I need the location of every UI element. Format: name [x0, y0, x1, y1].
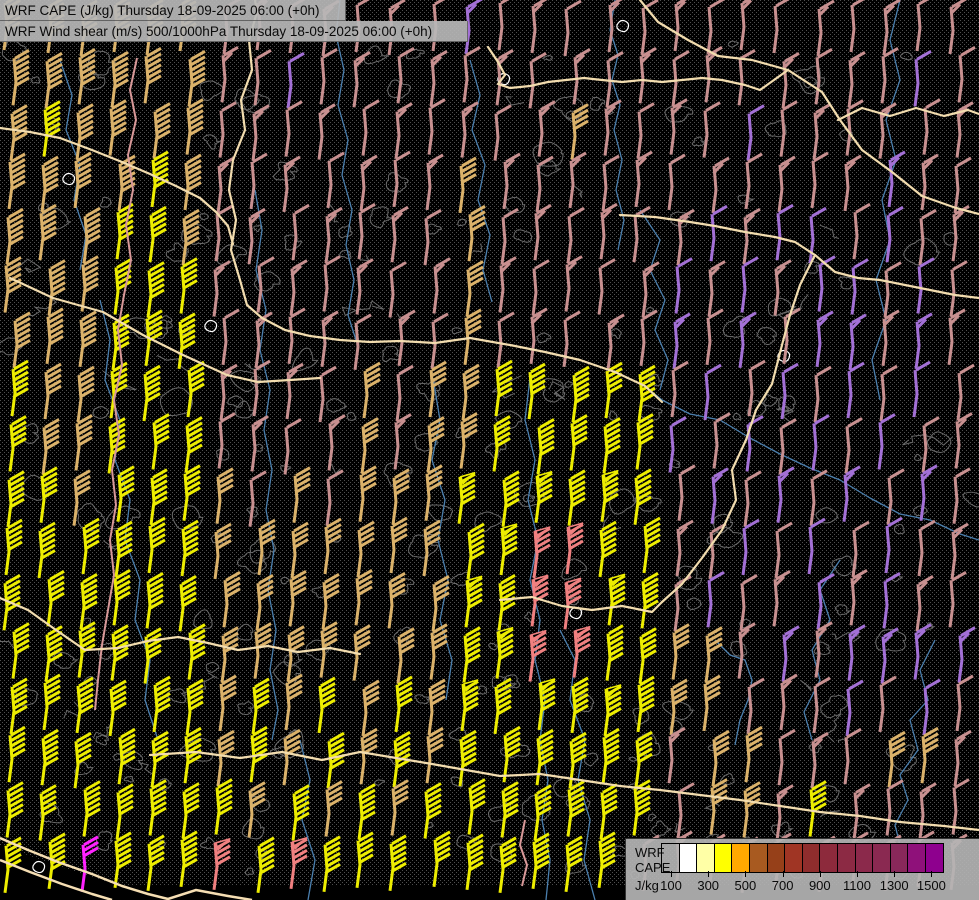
- legend-swatch-8: [802, 844, 821, 872]
- legend-swatch-14: [908, 844, 926, 872]
- legend-tick: [745, 871, 747, 877]
- legend-swatch-15: [925, 844, 943, 872]
- legend-tick-label: 1100: [843, 878, 871, 893]
- weather-map-screenshot: WRF CAPE (J/kg) Thursday 18-09-2025 06:0…: [0, 0, 979, 900]
- legend-swatch-3: [714, 844, 733, 872]
- legend-tick: [819, 871, 821, 877]
- legend-swatch-0: [662, 844, 680, 872]
- map-title-wind-shear: WRF Wind shear (m/s) 500/1000hPa Thursda…: [0, 21, 468, 42]
- legend-swatch-5: [749, 844, 768, 872]
- legend-tick-label: 1500: [916, 878, 946, 893]
- legend-tick-label: 500: [734, 878, 757, 893]
- legend-tick: [782, 871, 784, 877]
- legend-swatch-9: [820, 844, 838, 872]
- legend-swatch-11: [855, 844, 874, 872]
- legend-tick-label: 900: [808, 878, 831, 893]
- legend-tick: [931, 871, 933, 877]
- legend-tick-label: 100: [660, 878, 682, 893]
- weather-map: [0, 0, 979, 900]
- cape-color-legend: WRF CAPE J/kg 100 300 500 700 900 1100 1300 150…: [625, 838, 979, 900]
- legend-swatch-12: [873, 844, 891, 872]
- legend-tick-label: 300: [697, 878, 720, 893]
- legend-swatch-13: [890, 844, 909, 872]
- legend-swatch-6: [767, 844, 786, 872]
- legend-color-scale: [661, 843, 944, 873]
- legend-tick-label: 700: [771, 878, 794, 893]
- map-title-cape: WRF CAPE (J/kg) Thursday 18-09-2025 06:0…: [0, 0, 346, 21]
- legend-swatch-2: [697, 844, 715, 872]
- legend-tick-label: 1300: [879, 878, 909, 893]
- legend-swatch-10: [837, 844, 856, 872]
- legend-tick: [708, 871, 710, 877]
- legend-swatch-7: [785, 844, 803, 872]
- legend-tick: [671, 871, 672, 877]
- legend-swatch-1: [679, 844, 698, 872]
- legend-label-unit: J/kg: [635, 878, 659, 893]
- legend-swatch-4: [732, 844, 750, 872]
- legend-tick: [894, 871, 896, 877]
- legend-tick: [857, 871, 858, 877]
